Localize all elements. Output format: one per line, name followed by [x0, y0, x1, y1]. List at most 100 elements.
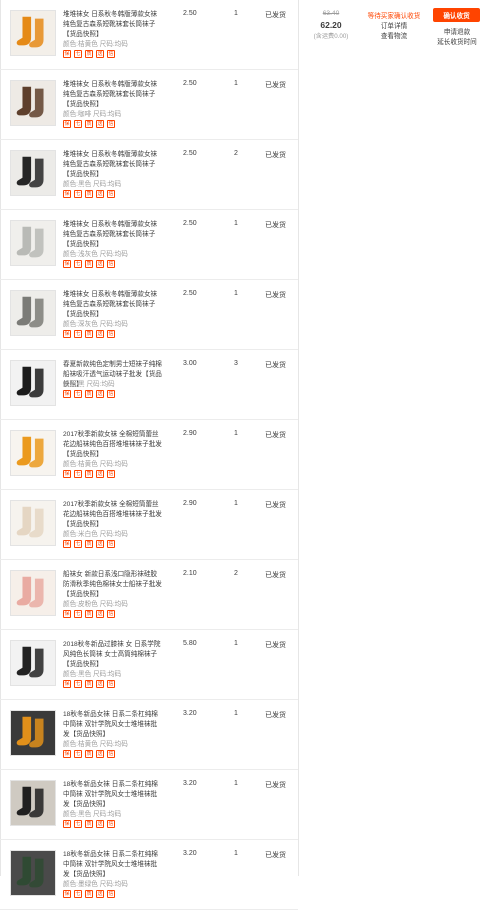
guarantee-icon[interactable]: 保: [63, 260, 71, 268]
quantity: 1: [234, 710, 238, 717]
product-thumbnail[interactable]: [10, 570, 56, 616]
seven-day-return-icon[interactable]: 七: [74, 190, 82, 198]
quality-icon[interactable]: 质: [85, 330, 93, 338]
quality-icon[interactable]: 质: [85, 820, 93, 828]
quality-icon[interactable]: 质: [85, 470, 93, 478]
product-thumbnail[interactable]: [10, 10, 56, 56]
guarantee-icon[interactable]: 保: [63, 750, 71, 758]
product-thumbnail[interactable]: [10, 640, 56, 686]
product-title-link[interactable]: 船袜女 新款日系浅口隐形袜硅胶防滑秋季纯色棉袜女士船袜子批发【货品快照】: [63, 570, 163, 600]
delivery-icon[interactable]: 送: [96, 540, 104, 548]
delivery-icon[interactable]: 送: [96, 680, 104, 688]
guarantee-icon[interactable]: 保: [63, 820, 71, 828]
seven-day-return-icon[interactable]: 七: [74, 890, 82, 898]
product-thumbnail[interactable]: [10, 850, 56, 896]
product-thumbnail[interactable]: [10, 150, 56, 196]
guarantee-icon[interactable]: 保: [63, 610, 71, 618]
product-title-link[interactable]: 堆堆袜女 日系秋冬韩版薄款女袜 纯色复古森系短靴袜套长筒袜子【货品快照】: [63, 80, 163, 110]
confirm-receipt-button[interactable]: 确认收货: [433, 8, 480, 22]
quality-icon[interactable]: 质: [85, 750, 93, 758]
seven-day-return-icon[interactable]: 七: [74, 820, 82, 828]
product-title-link[interactable]: 18秋冬新品女袜 日系二条杠纯棉中筒袜 双针学院风女士堆堆袜批发【货品快照】: [63, 710, 163, 740]
guarantee-icon[interactable]: 保: [63, 390, 71, 398]
quality-icon[interactable]: 质: [85, 610, 93, 618]
seven-day-return-icon[interactable]: 七: [74, 390, 82, 398]
delivery-icon[interactable]: 送: [96, 50, 104, 58]
credit-icon[interactable]: 信: [107, 50, 115, 58]
seven-day-return-icon[interactable]: 七: [74, 750, 82, 758]
credit-icon[interactable]: 信: [107, 390, 115, 398]
delivery-icon[interactable]: 送: [96, 820, 104, 828]
guarantee-icon[interactable]: 保: [63, 120, 71, 128]
credit-icon[interactable]: 信: [107, 750, 115, 758]
quality-icon[interactable]: 质: [85, 260, 93, 268]
credit-icon[interactable]: 信: [107, 330, 115, 338]
product-thumbnail[interactable]: [10, 430, 56, 476]
seven-day-return-icon[interactable]: 七: [74, 540, 82, 548]
quality-icon[interactable]: 质: [85, 680, 93, 688]
quality-icon[interactable]: 质: [85, 190, 93, 198]
guarantee-icon[interactable]: 保: [63, 190, 71, 198]
product-title-link[interactable]: 堆堆袜女 日系秋冬韩版薄款女袜 纯色复古森系短靴袜套长筒袜子【货品快照】: [63, 10, 163, 40]
credit-icon[interactable]: 信: [107, 680, 115, 688]
product-thumbnail[interactable]: [10, 220, 56, 266]
product-title-link[interactable]: 2018秋冬新品过膝袜 女 日系学院风纯色长筒袜 女士高筒纯棉袜子【货品快照】: [63, 640, 163, 670]
seven-day-return-icon[interactable]: 七: [74, 680, 82, 688]
delivery-icon[interactable]: 送: [96, 750, 104, 758]
quality-icon[interactable]: 质: [85, 120, 93, 128]
delivery-icon[interactable]: 送: [96, 190, 104, 198]
delivery-icon[interactable]: 送: [96, 260, 104, 268]
product-title-link[interactable]: 2017秋季新款女袜 全棉短筒蕾丝花边船袜纯色百搭堆堆袜袜子批发【货品快照】: [63, 500, 163, 530]
quality-icon[interactable]: 质: [85, 890, 93, 898]
quantity: 1: [234, 80, 238, 87]
quantity: 3: [234, 360, 238, 367]
product-thumbnail[interactable]: [10, 500, 56, 546]
apply-refund-link[interactable]: 申请退款: [426, 26, 488, 36]
product-thumbnail[interactable]: [10, 780, 56, 826]
credit-icon[interactable]: 信: [107, 260, 115, 268]
credit-icon[interactable]: 信: [107, 890, 115, 898]
seven-day-return-icon[interactable]: 七: [74, 50, 82, 58]
seven-day-return-icon[interactable]: 七: [74, 260, 82, 268]
order-item-row: 2017秋季新款女袜 全棉短筒蕾丝花边船袜纯色百搭堆堆袜袜子批发【货品快照】 颜色…: [0, 490, 298, 560]
delivery-icon[interactable]: 送: [96, 390, 104, 398]
seven-day-return-icon[interactable]: 七: [74, 120, 82, 128]
quality-icon[interactable]: 质: [85, 50, 93, 58]
credit-icon[interactable]: 信: [107, 610, 115, 618]
guarantee-icon[interactable]: 保: [63, 470, 71, 478]
delivery-icon[interactable]: 送: [96, 120, 104, 128]
guarantee-icon[interactable]: 保: [63, 330, 71, 338]
credit-icon[interactable]: 信: [107, 820, 115, 828]
seven-day-return-icon[interactable]: 七: [74, 610, 82, 618]
product-thumbnail[interactable]: [10, 80, 56, 126]
product-thumbnail[interactable]: [10, 360, 56, 406]
product-title-link[interactable]: 堆堆袜女 日系秋冬韩版薄款女袜 纯色复古森系短靴袜套长筒袜子【货品快照】: [63, 150, 163, 180]
product-title-link[interactable]: 2017秋季新款女袜 全棉短筒蕾丝花边船袜纯色百搭堆堆袜袜子批发【货品快照】: [63, 430, 163, 460]
delivery-icon[interactable]: 送: [96, 610, 104, 618]
product-title-link[interactable]: 堆堆袜女 日系秋冬韩版薄款女袜 纯色复古森系短靴袜套长筒袜子【货品快照】: [63, 220, 163, 250]
delivery-icon[interactable]: 送: [96, 890, 104, 898]
product-thumbnail[interactable]: [10, 290, 56, 336]
delivery-icon[interactable]: 送: [96, 330, 104, 338]
product-title-link[interactable]: 18秋冬新品女袜 日系二条杠纯棉中筒袜 双针学院风女士堆堆袜批发【货品快照】: [63, 780, 163, 810]
product-title-link[interactable]: 堆堆袜女 日系秋冬韩版薄款女袜 纯色复古森系短靴袜套长筒袜子【货品快照】: [63, 290, 163, 320]
guarantee-icon[interactable]: 保: [63, 540, 71, 548]
credit-icon[interactable]: 信: [107, 540, 115, 548]
view-logistics-link[interactable]: 查看物流: [364, 30, 424, 40]
guarantee-icon[interactable]: 保: [63, 680, 71, 688]
credit-icon[interactable]: 信: [107, 120, 115, 128]
seven-day-return-icon[interactable]: 七: [74, 330, 82, 338]
quality-icon[interactable]: 质: [85, 390, 93, 398]
guarantee-icon[interactable]: 保: [63, 890, 71, 898]
credit-icon[interactable]: 信: [107, 190, 115, 198]
delivery-icon[interactable]: 送: [96, 470, 104, 478]
guarantee-icon[interactable]: 保: [63, 50, 71, 58]
quality-icon[interactable]: 质: [85, 540, 93, 548]
order-item-row: 18秋冬新品女袜 日系二条杠纯棉中筒袜 双针学院风女士堆堆袜批发【货品快照】 颜色…: [0, 840, 298, 910]
seven-day-return-icon[interactable]: 七: [74, 470, 82, 478]
freight-note: (含运费0.00): [313, 33, 349, 40]
order-detail-link[interactable]: 订单详情: [364, 20, 424, 30]
credit-icon[interactable]: 信: [107, 470, 115, 478]
product-thumbnail[interactable]: [10, 710, 56, 756]
extend-receipt-link[interactable]: 延长收货时间: [426, 36, 488, 46]
